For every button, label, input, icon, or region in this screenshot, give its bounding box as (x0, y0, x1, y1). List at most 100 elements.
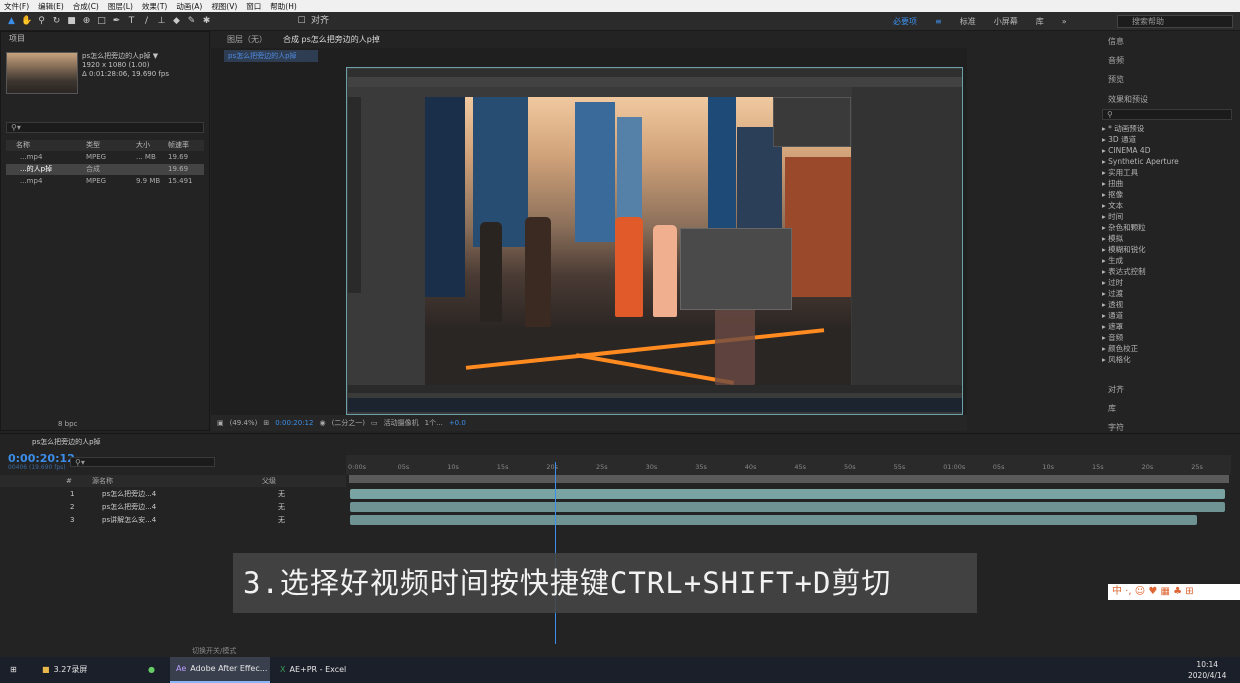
layer-1-bar[interactable] (350, 489, 1225, 499)
selection-tool-icon[interactable]: ▲ (6, 16, 17, 27)
project-search-input[interactable]: ⚲▾ (6, 122, 204, 133)
region-icon[interactable]: ▭ (371, 419, 378, 427)
system-clock[interactable]: 10:14 2020/4/14 (1188, 659, 1226, 681)
effect-category[interactable]: ▸ Synthetic Aperture (1102, 156, 1234, 167)
effect-category[interactable]: ▸ 抠像 (1102, 189, 1234, 200)
col-source-name[interactable]: 源名称 (66, 475, 246, 487)
snapshot-icon[interactable]: ◉ (319, 419, 325, 427)
camera-select[interactable]: 活动摄像机 (384, 418, 419, 428)
project-row[interactable]: ...mp4 MPEG 9.9 MB 15.491 (6, 176, 204, 187)
eraser-tool-icon[interactable]: ◆ (171, 16, 182, 27)
pan-tool-icon[interactable]: ⊕ (81, 16, 92, 27)
brush-tool-icon[interactable]: / (141, 16, 152, 27)
help-search-input[interactable]: 搜索帮助 (1117, 15, 1233, 28)
work-area-bar[interactable] (349, 475, 1229, 483)
timeline-layer[interactable]: 3 ps讲解怎么安...4 无 (0, 514, 346, 526)
zoom-tool-icon[interactable]: ⚲ (36, 16, 47, 27)
menu-effect[interactable]: 效果(T) (142, 1, 167, 12)
character-panel-tab[interactable]: 字符 (1108, 422, 1124, 433)
resolution-select[interactable]: (二分之一) (332, 418, 365, 428)
taskbar-app-icon[interactable]: ● (142, 657, 166, 683)
effect-category[interactable]: ▸ 通道 (1102, 310, 1234, 321)
align-panel-tab[interactable]: 对齐 (1108, 384, 1124, 395)
snap-checkbox-icon[interactable]: ☐ (296, 16, 307, 27)
effect-category[interactable]: ▸ 实用工具 (1102, 167, 1234, 178)
timeline-tab[interactable]: ps怎么把旁边的人p掉 (32, 437, 101, 447)
more-workspaces-icon[interactable]: » (1062, 17, 1067, 26)
effect-category[interactable]: ▸ 杂色和颗粒 (1102, 222, 1234, 233)
col-type[interactable]: 类型 (86, 140, 136, 151)
layer-name[interactable]: ps怎么把旁边...4 (102, 488, 156, 500)
effect-category[interactable]: ▸ 透视 (1102, 299, 1234, 310)
start-icon[interactable]: ⊞ (4, 657, 28, 683)
bpc-label[interactable]: 8 bpc (58, 420, 77, 428)
workspace-standard[interactable]: 标准 (960, 16, 976, 27)
workspace-essentials[interactable]: 必要项 (893, 16, 917, 27)
menu-window[interactable]: 窗口 (246, 1, 261, 12)
effect-category[interactable]: ▸ 文本 (1102, 200, 1234, 211)
effect-category[interactable]: ▸ 3D 通道 (1102, 134, 1234, 145)
taskbar-after-effects[interactable]: Ae Adobe After Effec... (170, 657, 270, 683)
effect-category[interactable]: ▸ 生成 (1102, 255, 1234, 266)
current-time[interactable]: 0:00:20:12 (275, 419, 313, 427)
tab-layer[interactable]: 图层（无） (227, 34, 267, 45)
tab-composition[interactable]: 合成 ps怎么把旁边的人p掉 (283, 34, 380, 45)
effect-category[interactable]: ▸ 风格化 (1102, 354, 1234, 365)
preview-panel-tab[interactable]: 预览 (1108, 74, 1124, 85)
effect-category[interactable]: ▸ 模糊和锐化 (1102, 244, 1234, 255)
hand-tool-icon[interactable]: ✋ (21, 16, 32, 27)
project-item-name[interactable]: ps怎么把旁边的人p掉 ▼ (82, 52, 169, 61)
puppet-tool-icon[interactable]: ✱ (201, 16, 212, 27)
info-panel-tab[interactable]: 信息 (1108, 36, 1124, 47)
exposure-value[interactable]: +0.0 (449, 419, 466, 427)
effect-category[interactable]: ▸ 模拟 (1102, 233, 1234, 244)
project-row[interactable]: ...的人p掉 合成 19.69 (6, 164, 204, 175)
layer-3-bar[interactable] (350, 515, 1197, 525)
effects-search-input[interactable]: ⚲ (1102, 109, 1232, 120)
layer-parent-select[interactable]: 无 (278, 514, 285, 526)
stamp-tool-icon[interactable]: ⊥ (156, 16, 167, 27)
effect-category[interactable]: ▸ 时间 (1102, 211, 1234, 222)
menu-animation[interactable]: 动画(A) (176, 1, 202, 12)
col-name[interactable]: 名称 (6, 140, 86, 151)
effect-category[interactable]: ▸ 遮罩 (1102, 321, 1234, 332)
time-ruler[interactable]: 0:00s 05s 10s 15s 20s 25s 30s 35s 40s 45s 50s 55s 01… (346, 455, 1231, 475)
project-row[interactable]: ...mp4 MPEG ... MB 19.69 (6, 152, 204, 163)
effect-category[interactable]: ▸ 表达式控制 (1102, 266, 1234, 277)
rotate-tool-icon[interactable]: ↻ (51, 16, 62, 27)
composition-subtab[interactable]: ps怎么把旁边的人p掉 (224, 50, 318, 62)
ime-toolbar[interactable]: 中 ·, ☺ ♥ ▦ ♣ ⊞ (1108, 584, 1240, 600)
effect-category[interactable]: ▸ 扭曲 (1102, 178, 1234, 189)
timeline-search-input[interactable]: ⚲▾ (70, 457, 215, 467)
menu-view[interactable]: 视图(V) (211, 1, 237, 12)
effect-category[interactable]: ▸ 过时 (1102, 277, 1234, 288)
col-size[interactable]: 大小 (136, 140, 168, 151)
layer-parent-select[interactable]: 无 (278, 488, 285, 500)
camera-tool-icon[interactable]: ■ (66, 16, 77, 27)
zoom-value[interactable]: (49.4%) (230, 419, 258, 427)
pen-tool-icon[interactable]: ✒ (111, 16, 122, 27)
text-tool-icon[interactable]: T (126, 16, 137, 27)
effects-presets-tab[interactable]: 效果和预设 (1108, 94, 1148, 105)
timeline-layer[interactable]: 1 ps怎么把旁边...4 无 (0, 488, 346, 500)
menu-file[interactable]: 文件(F) (4, 1, 29, 12)
menu-help[interactable]: 帮助(H) (270, 1, 297, 12)
workspace-small-screen[interactable]: 小屏幕 (994, 16, 1018, 27)
menu-layer[interactable]: 图层(L) (108, 1, 133, 12)
effect-category[interactable]: ▸ 音频 (1102, 332, 1234, 343)
layer-2-bar[interactable] (350, 502, 1225, 512)
audio-panel-tab[interactable]: 音频 (1108, 55, 1124, 66)
layer-name[interactable]: ps怎么把旁边...4 (102, 501, 156, 513)
effect-category[interactable]: ▸ 颜色校正 (1102, 343, 1234, 354)
menu-edit[interactable]: 编辑(E) (38, 1, 64, 12)
workspace-library[interactable]: 库 (1036, 16, 1044, 27)
col-fps[interactable]: 帧速率 (168, 140, 204, 151)
timeline-layer[interactable]: 2 ps怎么把旁边...4 无 (0, 501, 346, 513)
magnifier-icon[interactable]: ▣ (217, 419, 224, 427)
roto-tool-icon[interactable]: ✎ (186, 16, 197, 27)
mode-toggle[interactable]: 切换开关/模式 (192, 646, 236, 656)
views-select[interactable]: 1个... (425, 418, 443, 428)
effect-category[interactable]: ▸ * 动画预设 (1102, 123, 1234, 134)
effect-category[interactable]: ▸ 过渡 (1102, 288, 1234, 299)
workspace-menu-icon[interactable]: ≡ (935, 17, 942, 26)
